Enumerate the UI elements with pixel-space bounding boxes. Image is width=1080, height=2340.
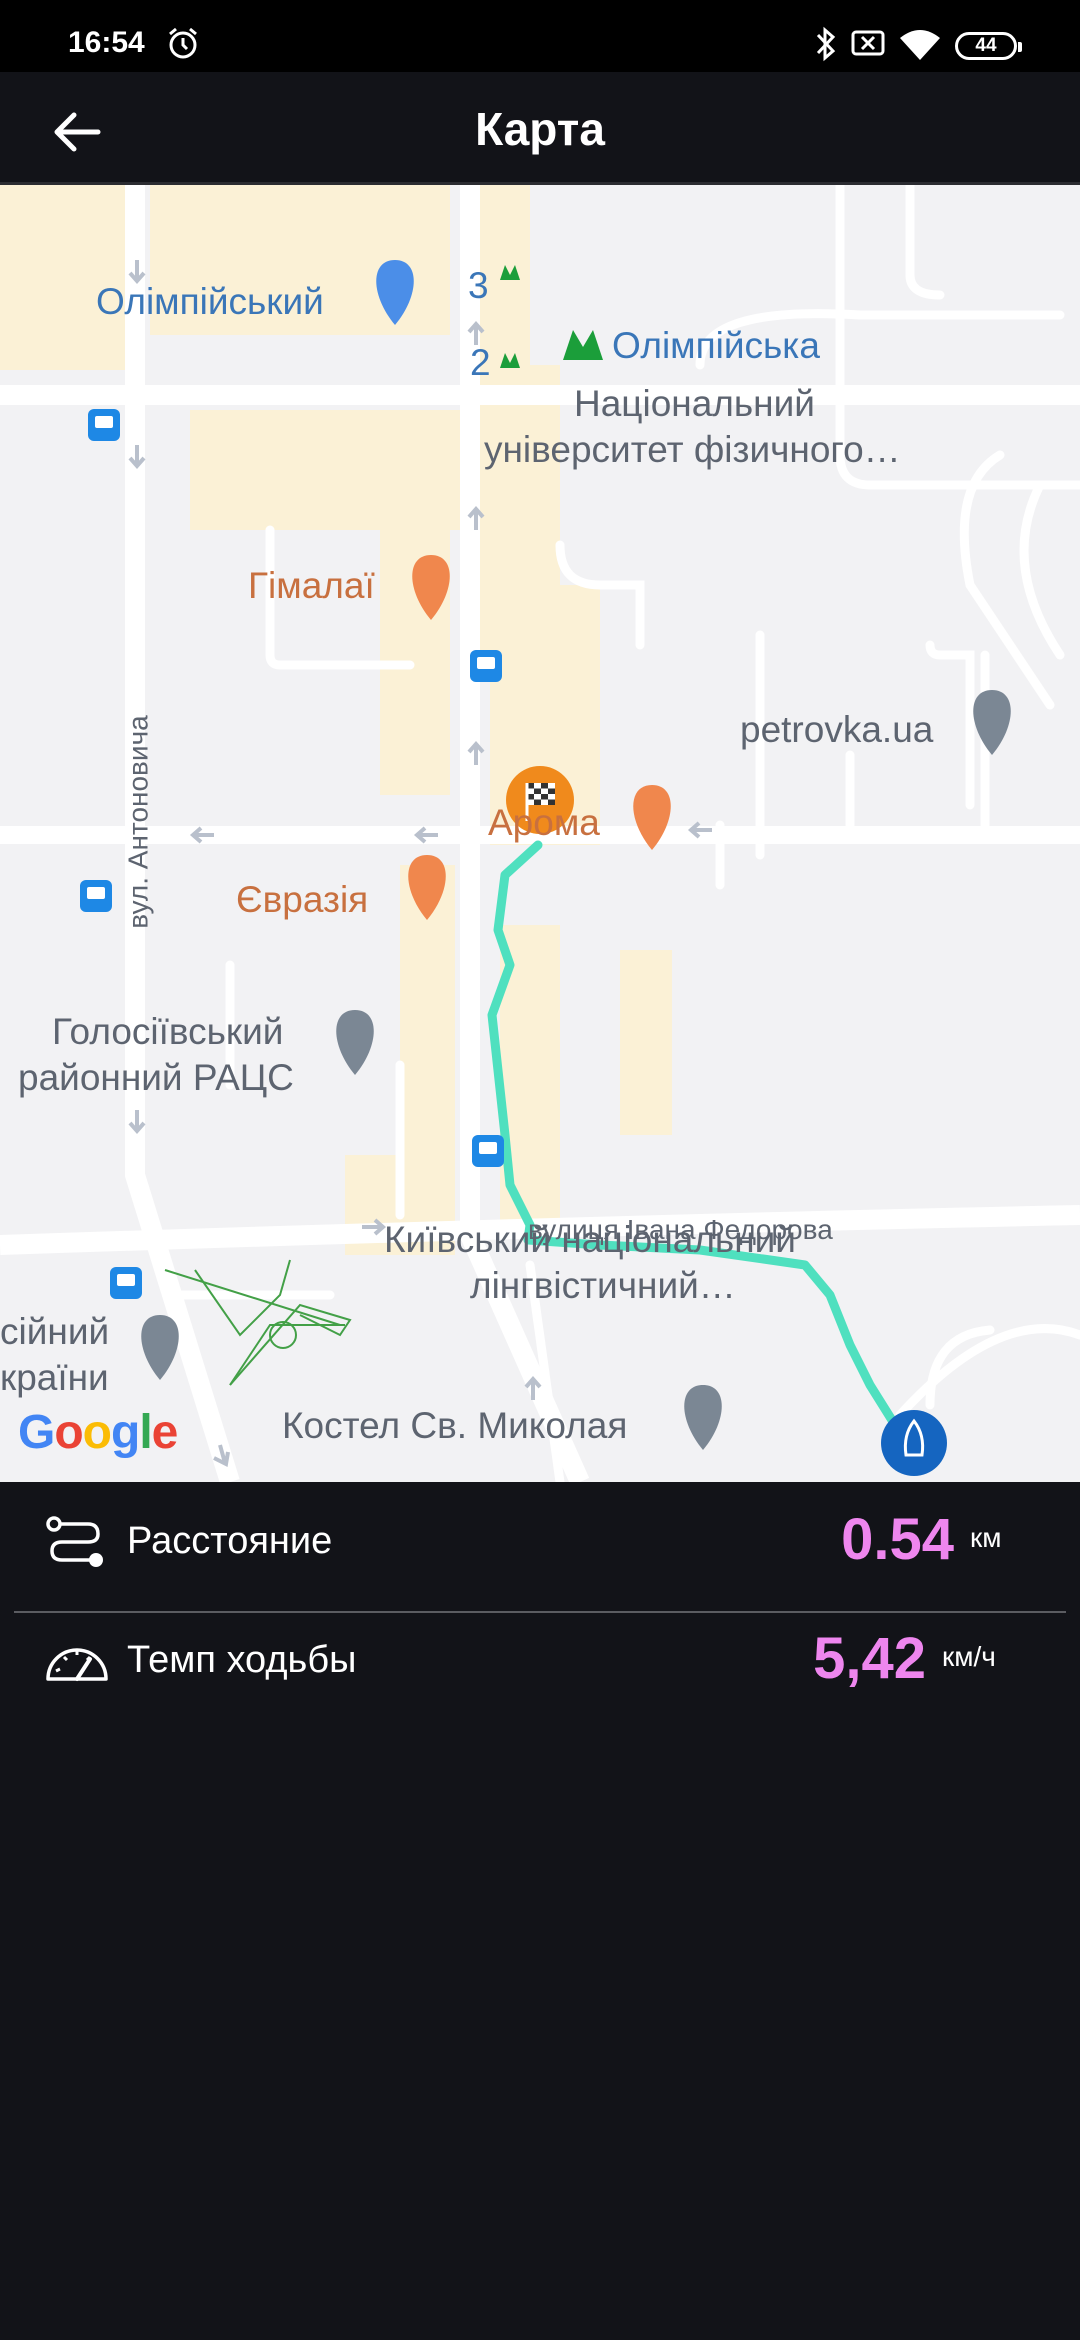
pace-unit: км/ч <box>942 1641 996 1672</box>
map-label-linguistic-1: Київський національний <box>384 1219 796 1260</box>
distance-row: Расстояние 0.54 км <box>0 1482 1080 1600</box>
map-label-yevrazia: Євразія <box>236 879 369 920</box>
map-label-ratss-1: Голосіївський <box>52 1011 284 1052</box>
pace-value: 5,42 <box>813 1626 926 1691</box>
map-label-metro-line2: 2 <box>470 342 491 383</box>
distance-label: Расстояние <box>127 1520 333 1562</box>
battery-indicator: 44 <box>955 32 1022 60</box>
map-label-partial-1: сійний <box>0 1311 110 1352</box>
page-title: Карта <box>475 103 605 155</box>
speedometer-icon <box>46 1648 108 1681</box>
map-label-kostel: Костел Св. Миколая <box>282 1405 628 1446</box>
map-label-aroma: Арома <box>488 802 600 843</box>
map-label-metro-station: Олімпійська <box>612 325 820 366</box>
app-bar: Карта <box>0 72 1080 185</box>
google-logo: Google <box>18 1406 178 1459</box>
alarm-icon <box>169 27 197 59</box>
map-label-street-antonovycha: вул. Антоновича <box>122 715 154 929</box>
map-label-ratss-2: районний РАЦС <box>18 1057 294 1098</box>
map-label-olimpiyskyi: Олімпійський <box>96 281 324 322</box>
pace-label: Темп ходьбы <box>127 1639 357 1681</box>
distance-value: 0.54 <box>841 1507 954 1572</box>
map-label-himalai: Гімалаї <box>248 565 375 606</box>
map-label-metro-line3: 3 <box>468 265 489 306</box>
map-label-partial-2: країни <box>0 1357 109 1398</box>
distance-unit: км <box>970 1522 1002 1553</box>
wifi-icon <box>900 30 940 60</box>
sim-off-icon <box>851 30 885 56</box>
map-label-petrovka: petrovka.ua <box>740 709 934 750</box>
workout-stats: Расстояние 0.54 км Темп ходьбы 5,42 км/ч <box>0 1482 1080 1719</box>
map-label-linguistic-2: лінгвістичний… <box>470 1265 736 1306</box>
map-label-university-1: Національний <box>574 383 815 424</box>
map-label-university-2: університет фізичного… <box>484 429 901 470</box>
pace-row: Темп ходьбы 5,42 км/ч <box>0 1601 1080 1719</box>
route-icon <box>46 1516 103 1567</box>
bluetooth-icon <box>816 26 836 62</box>
status-time: 16:54 <box>68 26 145 59</box>
status-bar: 16:54 44 <box>0 0 1080 72</box>
route-map[interactable]: Олімпійський 3 2 Олімпійська Національни… <box>0 185 1080 1482</box>
